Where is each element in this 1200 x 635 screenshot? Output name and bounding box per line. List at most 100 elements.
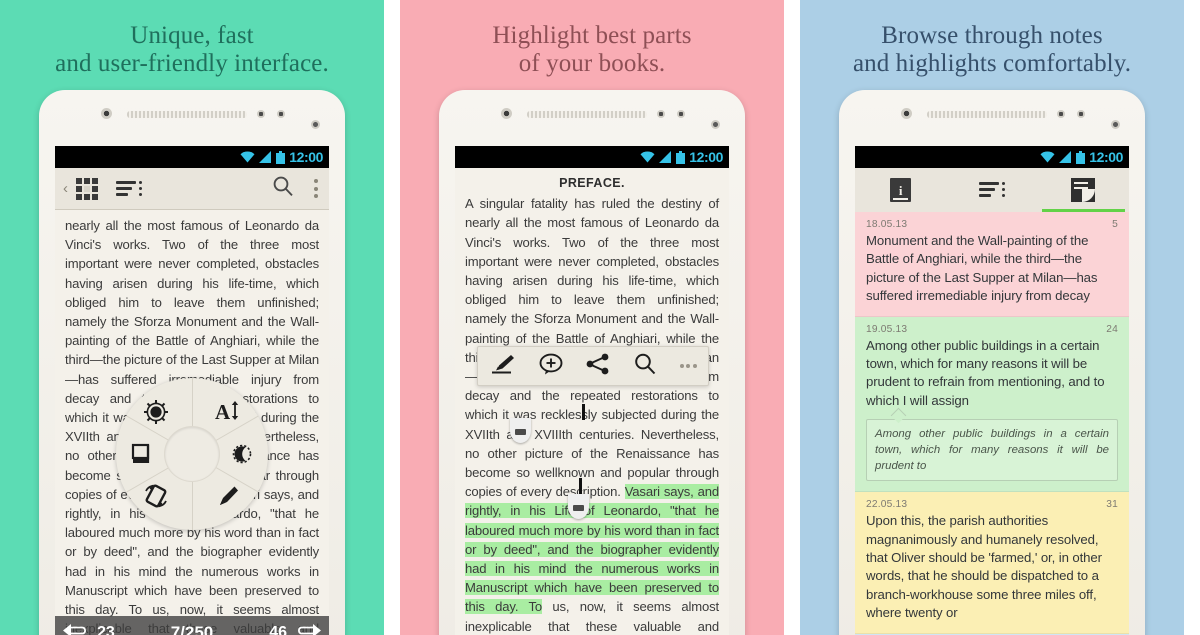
notes-icon — [1071, 178, 1096, 202]
headline-line-1: Unique, fast — [130, 22, 254, 49]
wifi-icon — [1040, 151, 1055, 163]
status-clock: 12:00 — [289, 149, 323, 165]
phone-device-3: 12:00 i 18.05.13 5 Monument and the Wall… — [839, 90, 1145, 635]
next-page-number[interactable]: 46 — [269, 624, 287, 635]
wifi-icon — [240, 151, 255, 163]
list-icon — [978, 181, 1005, 199]
overflow-dots-icon[interactable] — [679, 364, 697, 368]
overflow-dots-icon[interactable] — [314, 179, 319, 198]
panel-3-headline: Browse through notes and highlights comf… — [800, 0, 1184, 78]
proximity-sensor-icon — [657, 110, 665, 118]
earpiece-speaker — [127, 111, 247, 118]
earpiece-speaker — [927, 111, 1047, 118]
share-icon[interactable] — [586, 353, 610, 380]
tab-info[interactable]: i — [855, 168, 946, 212]
panel-1-headline: Unique, fast and user-friendly interface… — [0, 0, 384, 78]
svg-text:A: A — [215, 400, 231, 424]
note-page-number: 24 — [1106, 323, 1118, 335]
phone-screen-2: 12:00 PREFACE. A singular fatality has r… — [455, 146, 729, 635]
panel-highlight: Highlight best parts of your books. 12:0… — [400, 0, 784, 635]
list-item[interactable]: 22.05.13 31 Upon this, the parish author… — [855, 492, 1129, 634]
selection-action-toolbar[interactable] — [477, 346, 709, 386]
night-mode-icon[interactable] — [225, 437, 259, 471]
screen-rotation-icon[interactable] — [139, 479, 173, 513]
font-size-icon[interactable]: A — [211, 395, 245, 429]
note-annotation-callout: Among other public buildings in a certai… — [866, 419, 1118, 482]
panel-divider-1 — [384, 0, 400, 635]
table-of-contents-icon[interactable] — [116, 180, 142, 198]
battery-icon — [676, 150, 686, 164]
status-bar-3: 12:00 — [855, 146, 1129, 168]
highlighter-pen-icon[interactable] — [489, 353, 516, 380]
selection-start-caret — [582, 404, 585, 420]
back-arrow-icon[interactable] — [63, 623, 91, 635]
library-grid-icon[interactable] — [76, 177, 98, 200]
phone-screen-1: 12:00 ‹ nearly all the most famous of Le… — [55, 146, 329, 635]
book-info-icon: i — [890, 178, 912, 202]
note-text: Among other public buildings in a certai… — [866, 337, 1105, 408]
notes-tab-bar: i — [855, 168, 1129, 212]
status-bar-2: 12:00 — [455, 146, 729, 168]
signal-strength-icon — [659, 151, 672, 163]
list-item[interactable]: 19.05.13 24 Among other public buildings… — [855, 316, 1129, 493]
search-icon[interactable] — [633, 352, 657, 381]
phone-device-1: 12:00 ‹ nearly all the most famous of Le… — [39, 90, 345, 635]
forward-arrow-icon[interactable] — [293, 623, 321, 635]
phone-device-2: 12:00 PREFACE. A singular fatality has r… — [439, 90, 745, 635]
phone-bezel-top-2 — [439, 90, 745, 146]
notification-led-icon — [1111, 120, 1120, 129]
light-sensor-icon — [277, 110, 285, 118]
page-scroll-icon[interactable] — [125, 437, 159, 471]
headline-line-1: Browse through notes — [881, 22, 1103, 49]
screenshot-stage: Unique, fast and user-friendly interface… — [0, 0, 1200, 635]
wifi-icon — [640, 151, 655, 163]
current-page-indicator: 7/250 — [170, 623, 214, 635]
panel-divider-2 — [784, 0, 800, 635]
headline-line-2: and highlights comfortably. — [852, 50, 1132, 77]
brightness-icon[interactable] — [139, 395, 173, 429]
status-clock: 12:00 — [689, 149, 723, 165]
phone-screen-3: 12:00 i 18.05.13 5 Monument and the Wall… — [855, 146, 1129, 635]
light-sensor-icon — [677, 110, 685, 118]
note-page-number: 5 — [1112, 219, 1118, 230]
note-text: Monument and the Wall-painting of the Ba… — [866, 233, 1098, 304]
notification-led-icon — [711, 120, 720, 129]
headline-line-2: of your books. — [518, 50, 666, 77]
proximity-sensor-icon — [1057, 110, 1065, 118]
proximity-sensor-icon — [257, 110, 265, 118]
note-date: 19.05.13 — [866, 323, 908, 335]
headline-line-1: Highlight best parts — [492, 22, 692, 49]
add-note-icon[interactable] — [539, 353, 563, 380]
status-clock: 12:00 — [1089, 149, 1123, 165]
back-chevron-icon[interactable]: ‹ — [63, 180, 68, 197]
highlighter-icon[interactable] — [211, 479, 245, 513]
previous-page-number[interactable]: 23 — [97, 624, 115, 635]
tab-notes[interactable] — [1038, 168, 1129, 212]
selection-handle-end[interactable] — [568, 494, 589, 519]
chapter-title: PREFACE. — [559, 176, 625, 190]
front-camera-icon — [901, 108, 912, 119]
light-sensor-icon — [1077, 110, 1085, 118]
radial-menu-hub[interactable] — [165, 427, 219, 481]
front-camera-icon — [501, 108, 512, 119]
note-text: Upon this, the parish authorities magnan… — [866, 513, 1102, 621]
notes-list[interactable]: 18.05.13 5 Monument and the Wall-paintin… — [855, 212, 1129, 635]
phone-bezel-top-1 — [39, 90, 345, 146]
signal-strength-icon — [259, 151, 272, 163]
list-item[interactable]: 18.05.13 5 Monument and the Wall-paintin… — [855, 212, 1129, 317]
selection-handle-start[interactable] — [510, 418, 531, 443]
page-navigation-bar: 23 7/250 46 — [55, 616, 329, 635]
earpiece-speaker — [527, 111, 647, 118]
selection-end-caret — [579, 478, 582, 494]
radial-quick-menu[interactable]: A — [116, 378, 268, 530]
note-page-number: 31 — [1106, 499, 1118, 511]
battery-icon — [276, 150, 286, 164]
signal-strength-icon — [1059, 151, 1072, 163]
highlighted-passage[interactable]: Vasari says, and rightly, in his Life of… — [465, 484, 719, 615]
reader-toolbar: ‹ — [55, 168, 329, 210]
front-camera-icon — [101, 108, 112, 119]
status-bar-1: 12:00 — [55, 146, 329, 168]
search-icon[interactable] — [272, 175, 294, 202]
tab-contents[interactable] — [946, 168, 1037, 212]
headline-line-2: and user-friendly interface. — [55, 50, 329, 77]
